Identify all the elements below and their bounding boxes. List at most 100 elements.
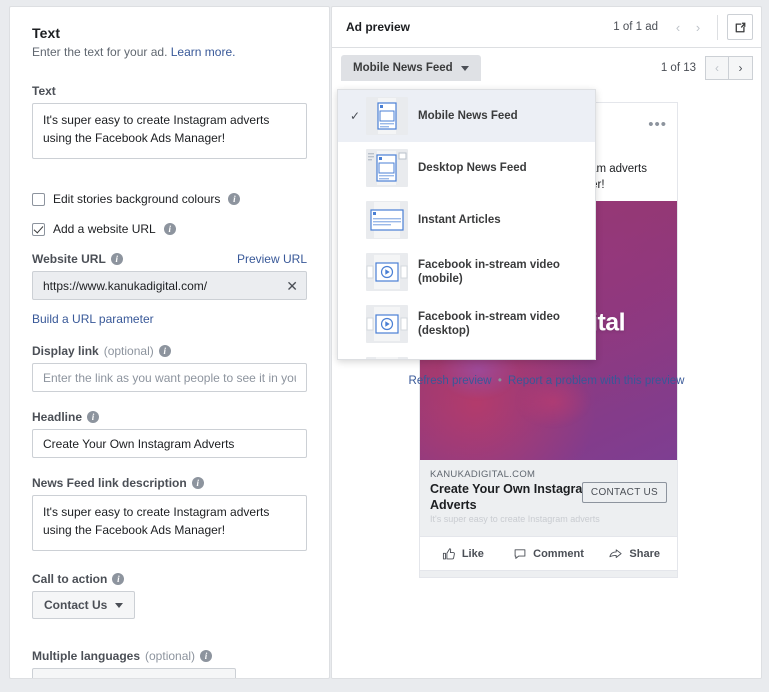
dropdown-item-facebook-in-stream-video-desktop[interactable]: Facebook in-stream video (desktop) xyxy=(338,298,595,350)
comment-button[interactable]: Comment xyxy=(506,547,592,561)
edit-stories-label: Edit stories background colours xyxy=(53,192,221,207)
dropdown-item-instant-articles[interactable]: Instant Articles xyxy=(338,194,595,246)
placement-bar: Mobile News Feed 1 of 13 ‹ › xyxy=(332,48,761,88)
dropdown-item-desktop-news-feed[interactable]: Desktop News Feed xyxy=(338,142,595,194)
learn-more-link[interactable]: Learn more. xyxy=(171,45,236,59)
placement-selector-label: Mobile News Feed xyxy=(353,62,453,74)
placement-nav: 1 of 13 ‹ › xyxy=(661,56,753,80)
build-url-parameter-link[interactable]: Build a URL parameter xyxy=(32,312,154,326)
add-website-row[interactable]: Add a website URL i xyxy=(32,222,307,236)
call-to-action-dropdown[interactable]: Contact Us xyxy=(32,591,136,620)
preview-footer-links: Refresh preview • Report a problem with … xyxy=(332,375,761,387)
ad-domain: KANUKADIGITAL.COM xyxy=(430,469,536,481)
ad-card-footer xyxy=(420,570,677,578)
info-icon[interactable]: i xyxy=(87,411,100,424)
open-external-preview-button[interactable] xyxy=(727,14,753,40)
close-icon[interactable]: ✕ xyxy=(286,279,298,293)
headline-label: Headline i xyxy=(32,410,307,424)
dropdown-item-label: Facebook in-stream video (desktop) xyxy=(418,310,560,337)
refresh-preview-link[interactable]: Refresh preview xyxy=(409,375,492,387)
more-options-icon[interactable]: ••• xyxy=(648,117,667,132)
dropdown-item-mobile-news-feed[interactable]: ✓ Mobile News Feed xyxy=(338,90,595,142)
newsfeed-description-input[interactable]: It's super easy to create Instagram adve… xyxy=(32,495,307,552)
thumbs-up-icon xyxy=(442,548,455,560)
newsfeed-description-label-text: News Feed link description xyxy=(32,476,187,491)
chevron-down-icon xyxy=(460,65,469,71)
instant-article-thumbnail-icon xyxy=(366,201,408,239)
edit-stories-checkbox[interactable] xyxy=(32,192,45,206)
suggested-video-thumbnail-icon xyxy=(366,357,408,359)
placement-count-text: 1 of 13 xyxy=(660,62,696,74)
comment-bubble-icon xyxy=(514,549,526,559)
website-url-input[interactable]: https://www.kanukadigital.com/ ✕ xyxy=(32,271,307,301)
website-url-label: Website URL i xyxy=(32,252,123,266)
like-button[interactable]: Like xyxy=(420,547,506,561)
multiple-languages-optional: (optional) xyxy=(145,649,196,664)
info-icon[interactable]: i xyxy=(191,477,204,490)
preview-url-link[interactable]: Preview URL xyxy=(237,252,307,266)
headline-label-text: Headline xyxy=(32,410,83,425)
comment-label: Comment xyxy=(533,547,584,560)
like-label: Like xyxy=(461,547,484,560)
report-problem-link[interactable]: Report a problem with this preview xyxy=(508,375,684,387)
text-field-label: Text xyxy=(32,84,307,98)
page-title: Text xyxy=(32,25,61,41)
create-in-different-language-label: Create In Different Language xyxy=(60,676,224,678)
section-subtitle: Enter the text for your ad. Learn more. xyxy=(32,44,307,60)
check-icon: ✓ xyxy=(349,109,361,123)
next-ad-button[interactable]: › xyxy=(688,20,708,35)
ad-link-meta: KANUKADIGITAL.COM Create Your Own Instag… xyxy=(420,460,677,537)
placement-next-button[interactable]: › xyxy=(729,56,753,80)
prev-ad-button[interactable]: ‹ xyxy=(668,20,688,35)
section-subtitle-text: Enter the text for your ad. xyxy=(32,45,168,59)
create-in-different-language-button[interactable]: + Create In Different Language xyxy=(32,668,237,678)
website-url-label-text: Website URL xyxy=(32,252,106,267)
page-root: Text Enter the text for your ad. Learn m… xyxy=(0,0,769,692)
dropdown-item-label: Instant Articles xyxy=(418,213,501,226)
ad-count-text: 1 of 1 ad xyxy=(613,21,658,33)
multiple-languages-label-text: Multiple languages xyxy=(32,649,141,664)
dropdown-item-facebook-suggested-video[interactable]: Facebook Suggested Video xyxy=(338,350,595,359)
call-to-action-label: Call to action i xyxy=(32,572,307,586)
info-icon[interactable]: i xyxy=(110,253,123,266)
dropdown-item-facebook-in-stream-video-mobile[interactable]: Facebook in-stream video (mobile) xyxy=(338,246,595,298)
website-url-label-row: Website URL i Preview URL xyxy=(32,252,307,266)
mobile-feed-thumbnail-icon xyxy=(366,97,408,135)
info-icon[interactable]: i xyxy=(200,650,213,663)
info-icon[interactable]: i xyxy=(228,193,241,206)
preview-stage: Kanuka Digital Sponsored ••• It's super … xyxy=(332,89,761,678)
placement-selector-pill[interactable]: Mobile News Feed xyxy=(341,55,481,81)
newsfeed-description-label: News Feed link description i xyxy=(32,476,307,490)
share-arrow-icon xyxy=(609,549,622,558)
add-website-checkbox[interactable] xyxy=(32,222,45,236)
ad-preview-header-controls: 1 of 1 ad ‹ › xyxy=(613,14,753,40)
video-mobile-thumbnail-icon xyxy=(366,253,408,291)
display-link-label: Display link (optional) i xyxy=(32,344,307,358)
call-to-action-label-text: Call to action xyxy=(32,572,108,587)
video-desktop-thumbnail-icon xyxy=(366,305,408,343)
share-label: Share xyxy=(629,547,660,560)
info-icon[interactable]: i xyxy=(112,573,125,586)
text-field-label-text: Text xyxy=(32,84,56,99)
plus-icon: + xyxy=(44,675,52,678)
cta-button[interactable]: CONTACT US xyxy=(581,482,667,504)
add-website-label: Add a website URL xyxy=(53,222,156,237)
display-link-optional: (optional) xyxy=(103,344,154,359)
display-link-input[interactable] xyxy=(32,363,307,393)
info-icon[interactable]: i xyxy=(158,345,171,358)
chevron-down-icon xyxy=(115,602,124,608)
ad-text-panel: Text Enter the text for your ad. Learn m… xyxy=(9,6,330,679)
info-icon[interactable]: i xyxy=(163,223,176,236)
placement-prev-button[interactable]: ‹ xyxy=(705,56,729,80)
edit-stories-row[interactable]: Edit stories background colours i xyxy=(32,192,307,206)
external-link-icon xyxy=(735,22,745,32)
multiple-languages-label: Multiple languages (optional) i xyxy=(32,649,307,663)
divider xyxy=(717,14,718,40)
headline-input[interactable] xyxy=(32,429,307,459)
ad-action-bar: Like Comment Share xyxy=(420,536,677,570)
dropdown-item-label: Desktop News Feed xyxy=(418,161,527,174)
text-input[interactable]: It's super easy to create Instagram adve… xyxy=(32,103,307,160)
placement-dropdown-menu[interactable]: ✓ Mobile News Feed Desktop News Feed Ins… xyxy=(337,89,596,360)
share-button[interactable]: Share xyxy=(591,547,677,561)
ad-link-description: It's super easy to create Instagram adve… xyxy=(430,514,600,525)
